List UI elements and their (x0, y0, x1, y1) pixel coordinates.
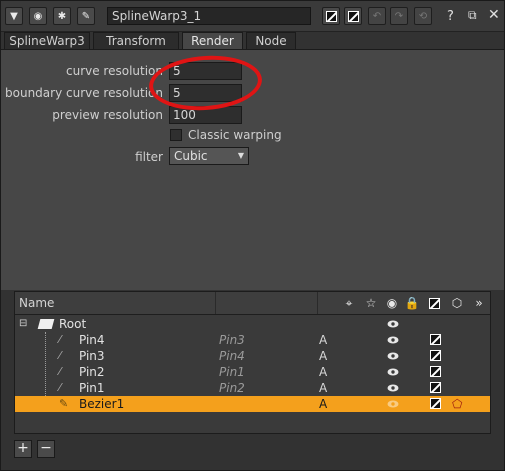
source-label: A (319, 349, 328, 363)
filter-value: Cubic (174, 149, 208, 163)
filter-label: filter (135, 150, 163, 164)
name-column-header[interactable]: Name (19, 296, 54, 310)
tree-row-bezier1[interactable]: ✎ Bezier1 A ⬠ (15, 396, 490, 412)
help-icon[interactable]: ? (447, 9, 454, 24)
source-label: A (319, 381, 328, 395)
tree-row-root[interactable]: ⊟ Root (15, 316, 490, 332)
remove-button[interactable]: − (37, 440, 55, 458)
filter-dropdown[interactable]: Cubic ▼ (169, 147, 249, 165)
tab-render[interactable]: Render (182, 32, 243, 50)
joined-pin: Pin4 (219, 349, 245, 363)
color-swatch-icon[interactable] (426, 295, 442, 311)
close-icon[interactable]: ✕ (488, 7, 500, 23)
pentagon-icon[interactable]: ⬠ (452, 396, 462, 412)
title-bar: ▼ ◉ ✱ ✎ SplineWarp3_1 ↶ ↷ ⟲ ? ⧉ ✕ (1, 1, 504, 32)
curve-name: Pin4 (79, 333, 105, 347)
tab-node[interactable]: Node (246, 32, 296, 49)
wrench-icon[interactable]: ✎ (77, 7, 95, 25)
lock-icon[interactable]: 🔒 (404, 295, 420, 311)
tab-transform[interactable]: Transform (93, 32, 179, 49)
bug-icon[interactable]: ✱ (53, 7, 71, 25)
color-swatch-icon[interactable] (430, 366, 441, 377)
tree-row-pin1[interactable]: ⁄ Pin1 Pin2 A (15, 380, 490, 396)
crosshair-icon[interactable]: ⌖ (341, 295, 357, 311)
pin-icon: ⁄ (59, 381, 61, 394)
joined-pin: Pin1 (219, 365, 245, 379)
collapse-triangle-icon[interactable]: ▼ (5, 7, 23, 25)
joined-pin: Pin3 (219, 333, 245, 347)
root-label: Root (59, 317, 87, 331)
color-swatch-icon[interactable] (430, 398, 441, 409)
classic-warping-checkbox[interactable] (170, 129, 182, 141)
eye-icon[interactable] (387, 352, 399, 360)
tab-splinewarp3[interactable]: SplineWarp3 (4, 32, 90, 49)
source-label: A (319, 333, 328, 347)
source-label: A (319, 365, 328, 379)
collapse-toggle-icon[interactable]: ⊟ (19, 316, 27, 332)
eye-icon[interactable]: ◉ (384, 295, 400, 311)
eye-icon[interactable] (387, 384, 399, 392)
redo-icon[interactable]: ↷ (390, 7, 408, 25)
add-button[interactable]: + (14, 440, 32, 458)
eye-icon[interactable] (387, 368, 399, 376)
curve-name: Pin2 (79, 365, 105, 379)
bezier-icon: ✎ (59, 397, 69, 410)
undo-icon[interactable]: ↶ (368, 7, 386, 25)
curve-resolution-label: curve resolution (65, 64, 163, 78)
tree-row-pin3[interactable]: ⁄ Pin3 Pin4 A (15, 348, 490, 364)
joined-pin: Pin2 (219, 381, 245, 395)
hexagon-icon[interactable]: ⬡ (449, 295, 465, 311)
eye-icon[interactable] (387, 400, 399, 408)
node-color-icon[interactable] (322, 7, 340, 25)
tree-row-pin2[interactable]: ⁄ Pin2 Pin1 A (15, 364, 490, 380)
chevron-down-icon: ▼ (237, 151, 244, 160)
color-swatch-icon[interactable] (430, 334, 441, 345)
node-name-field[interactable]: SplineWarp3_1 (107, 7, 311, 25)
eye-icon[interactable] (387, 336, 399, 344)
color-swatch-icon[interactable] (430, 350, 441, 361)
revert-icon[interactable]: ⟲ (414, 7, 432, 25)
boundary-curve-resolution-label: boundary curve resolution (5, 86, 163, 100)
tree-row-pin4[interactable]: ⁄ Pin4 Pin3 A (15, 332, 490, 348)
pin-icon: ⁄ (59, 333, 61, 346)
eye-icon[interactable] (387, 320, 399, 328)
star-icon[interactable]: ☆ (363, 295, 379, 311)
pin-icon: ⁄ (59, 365, 61, 378)
center-node-icon[interactable]: ◉ (29, 7, 47, 25)
tile-color-icon[interactable] (344, 7, 362, 25)
float-panel-icon[interactable]: ⧉ (468, 8, 477, 23)
folder-icon (37, 319, 55, 329)
color-swatch-icon[interactable] (430, 382, 441, 393)
motion-blur-icon[interactable]: » (471, 295, 487, 311)
curve-name: Pin1 (79, 381, 105, 395)
curve-name: Pin3 (79, 349, 105, 363)
preview-resolution-label: preview resolution (52, 108, 163, 122)
source-label: A (319, 397, 328, 411)
curve-name: Bezier1 (79, 397, 125, 411)
pin-icon: ⁄ (59, 349, 61, 362)
tab-bar: SplineWarp3 Transform Render Node (1, 32, 504, 50)
curves-header: Name ⌖ ☆ ◉ 🔒 ⬡ » (15, 292, 490, 315)
curves-list: Name ⌖ ☆ ◉ 🔒 ⬡ » ⊟ Root ⁄ Pin4 Pin3 A ⁄ … (14, 291, 491, 434)
classic-warping-label: Classic warping (188, 128, 282, 142)
